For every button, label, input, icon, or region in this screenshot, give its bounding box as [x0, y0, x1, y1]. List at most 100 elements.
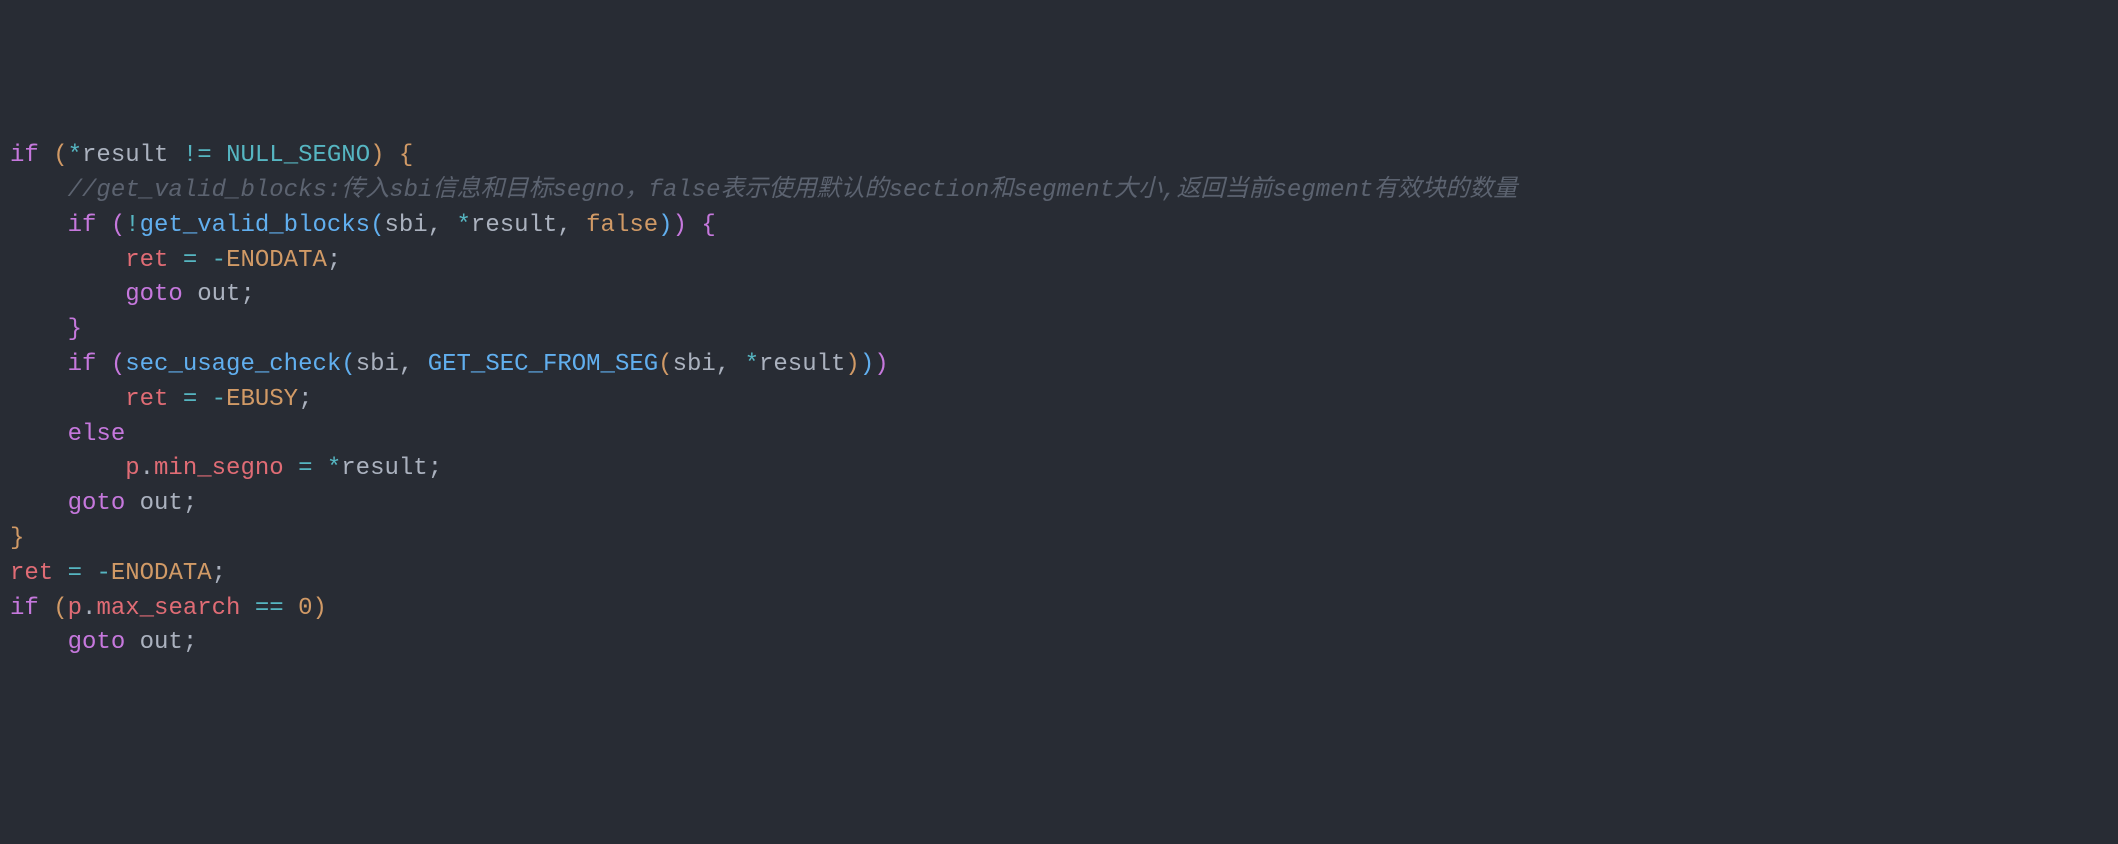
code-token: else — [68, 421, 126, 448]
code-token: - — [96, 560, 110, 587]
code-editor[interactable]: if (*result != NULL_SEGNO) { //get_valid… — [0, 139, 2118, 661]
code-token: ) — [845, 351, 859, 378]
code-token: goto — [68, 629, 126, 656]
code-token: ENODATA — [226, 247, 327, 274]
code-token: ; — [212, 560, 226, 587]
code-token — [53, 560, 67, 587]
code-token: != — [183, 142, 212, 169]
code-token: out — [140, 490, 183, 517]
code-token — [730, 351, 744, 378]
code-token: ! — [125, 212, 139, 239]
indent — [10, 455, 125, 482]
code-token: if — [10, 142, 39, 169]
code-line[interactable]: goto out; — [0, 278, 2118, 313]
code-token: , — [716, 351, 730, 378]
code-token — [96, 212, 110, 239]
code-token — [82, 560, 96, 587]
code-token: out — [197, 281, 240, 308]
code-token — [413, 351, 427, 378]
code-token: = — [68, 560, 82, 587]
code-token: { — [701, 212, 715, 239]
code-token: if — [10, 595, 39, 622]
code-token — [39, 142, 53, 169]
code-token: EBUSY — [226, 386, 298, 413]
code-token: sbi — [384, 212, 427, 239]
code-token: out — [140, 629, 183, 656]
code-token — [183, 281, 197, 308]
code-token: ; — [327, 247, 341, 274]
code-line[interactable]: ret = -ENODATA; — [0, 557, 2118, 592]
code-token: * — [457, 212, 471, 239]
code-token: p — [68, 595, 82, 622]
code-line[interactable]: if (!get_valid_blocks(sbi, *result, fals… — [0, 209, 2118, 244]
code-token: , — [557, 212, 571, 239]
code-token — [168, 386, 182, 413]
code-line[interactable]: p.min_segno = *result; — [0, 452, 2118, 487]
code-token: . — [82, 595, 96, 622]
code-line[interactable]: //get_valid_blocks:传入sbi信息和目标segno，false… — [0, 174, 2118, 209]
code-token: ; — [428, 455, 442, 482]
code-token — [284, 595, 298, 622]
code-token: ) — [860, 351, 874, 378]
indent — [10, 629, 68, 656]
code-token — [385, 142, 399, 169]
code-token: get_valid_blocks — [140, 212, 370, 239]
code-token: ) — [313, 595, 327, 622]
code-token: ( — [53, 142, 67, 169]
code-token — [240, 595, 254, 622]
code-token — [168, 247, 182, 274]
code-line[interactable]: } — [0, 313, 2118, 348]
code-token: ) — [370, 142, 384, 169]
code-token: if — [68, 212, 97, 239]
indent — [10, 490, 68, 517]
code-token — [212, 142, 226, 169]
code-token: ; — [240, 281, 254, 308]
code-token: goto — [125, 281, 183, 308]
code-line[interactable]: goto out; — [0, 626, 2118, 661]
code-token: == — [255, 595, 284, 622]
code-token: ( — [658, 351, 672, 378]
code-token: max_search — [96, 595, 240, 622]
code-token: GET_SEC_FROM_SEG — [428, 351, 658, 378]
indent — [10, 351, 68, 378]
code-token: ( — [370, 212, 384, 239]
code-token: ) — [874, 351, 888, 378]
code-token: - — [212, 247, 226, 274]
code-token: ; — [298, 386, 312, 413]
code-token: NULL_SEGNO — [226, 142, 370, 169]
code-token — [168, 142, 182, 169]
code-line[interactable]: if (*result != NULL_SEGNO) { — [0, 139, 2118, 174]
code-token: if — [68, 351, 97, 378]
code-token: * — [327, 455, 341, 482]
code-token — [39, 595, 53, 622]
code-token — [687, 212, 701, 239]
code-token: * — [745, 351, 759, 378]
code-token: } — [68, 316, 82, 343]
code-token: //get_valid_blocks:传入sbi信息和目标segno，false… — [68, 177, 1518, 204]
code-token: goto — [68, 490, 126, 517]
code-token: ( — [53, 595, 67, 622]
indent — [10, 177, 68, 204]
code-line[interactable]: if (sec_usage_check(sbi, GET_SEC_FROM_SE… — [0, 348, 2118, 383]
code-line[interactable]: goto out; — [0, 487, 2118, 522]
indent — [10, 386, 125, 413]
code-token — [572, 212, 586, 239]
code-token: . — [140, 455, 154, 482]
code-token: result — [759, 351, 845, 378]
code-line[interactable]: ret = -ENODATA; — [0, 244, 2118, 279]
code-token — [284, 455, 298, 482]
code-token: ret — [125, 247, 168, 274]
code-token: p — [125, 455, 139, 482]
code-line[interactable]: ret = -EBUSY; — [0, 383, 2118, 418]
code-token: ( — [111, 351, 125, 378]
code-line[interactable]: } — [0, 522, 2118, 557]
code-line[interactable]: if (p.max_search == 0) — [0, 592, 2118, 627]
indent — [10, 421, 68, 448]
code-token: = — [298, 455, 312, 482]
code-token: result — [82, 142, 168, 169]
code-token: ret — [125, 386, 168, 413]
code-line[interactable]: else — [0, 418, 2118, 453]
code-token: , — [428, 212, 442, 239]
indent — [10, 212, 68, 239]
code-token — [197, 386, 211, 413]
